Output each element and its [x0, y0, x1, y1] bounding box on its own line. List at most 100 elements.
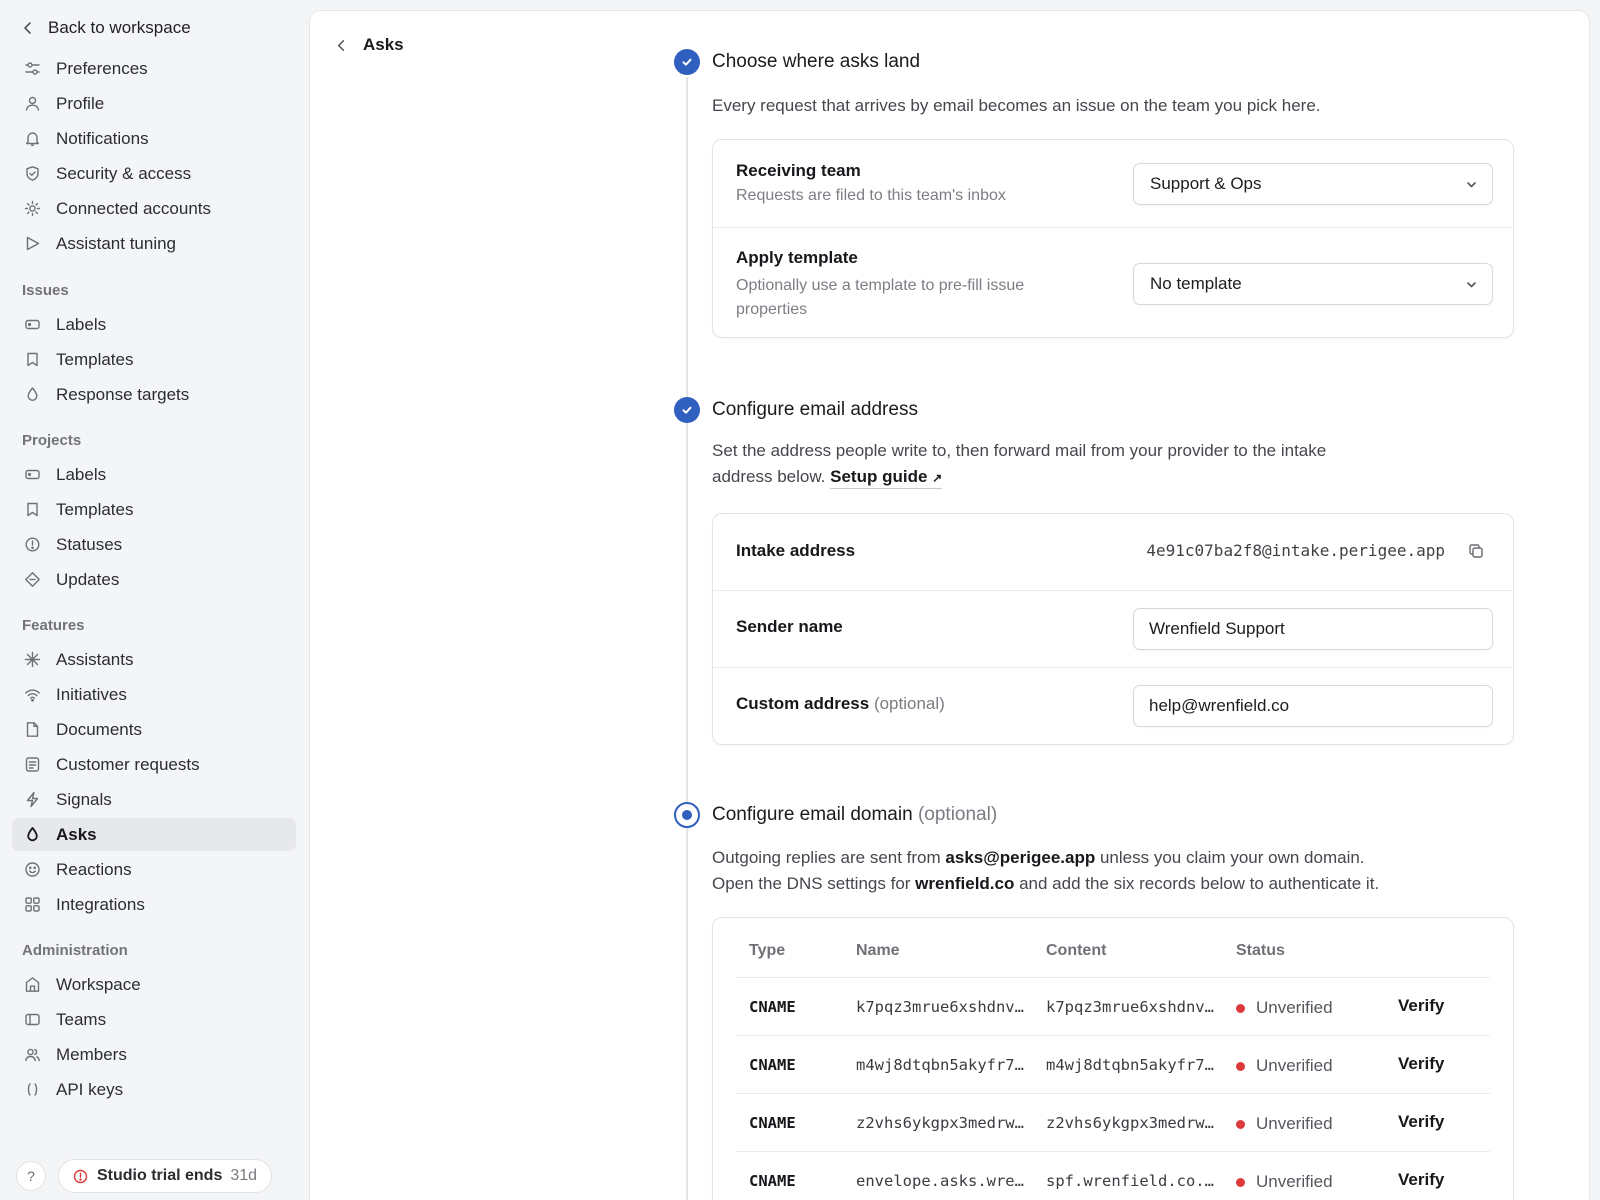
domain-title-text: Configure email domain: [712, 804, 913, 825]
column-header-name: Name: [856, 942, 900, 959]
sidebar-item-documents[interactable]: Documents: [12, 713, 296, 746]
section-title-administration: Administration: [22, 942, 128, 959]
sidebar-item-assistant-tuning[interactable]: Assistant tuning: [12, 227, 296, 260]
sidebar-item-profile[interactable]: Profile: [12, 87, 296, 120]
step-title-landing: Choose where asks land: [712, 51, 921, 72]
help-button[interactable]: ?: [16, 1161, 46, 1191]
setup-guide-link[interactable]: Setup guide ↗: [830, 467, 943, 489]
copy-icon[interactable]: [1467, 542, 1485, 560]
sidebar-item-members[interactable]: Members: [12, 1038, 296, 1071]
status-badge: Unverified: [1236, 1114, 1333, 1134]
sidebar-item-api-keys[interactable]: API keys: [12, 1073, 296, 1106]
bolt-icon: [24, 791, 41, 808]
sidebar-item-label: Asks: [56, 824, 97, 844]
sliders-icon: [24, 60, 41, 77]
user-icon: [24, 95, 41, 112]
default-sender-address: asks@perigee.app: [945, 848, 1096, 867]
step-description-landing: Every request that arrives by email beco…: [712, 96, 1321, 115]
sender-name-input[interactable]: [1133, 608, 1493, 650]
email-description-line2: address below.: [712, 467, 826, 486]
sidebar-item-project-labels[interactable]: Labels: [12, 458, 296, 491]
trial-status-button[interactable]: Studio trial ends 31d: [58, 1159, 273, 1193]
status-dot-icon: [1236, 1177, 1245, 1187]
sidebar-item-customer-requests[interactable]: Customer requests: [12, 748, 296, 781]
custom-address-row: Custom address (optional): [713, 667, 1513, 746]
status-label: Unverified: [1256, 1172, 1333, 1191]
sidebar-item-response-targets[interactable]: Response targets: [12, 378, 296, 411]
record-name: envelope.asks.wre…: [856, 1172, 1024, 1190]
sidebar-item-integrations[interactable]: Integrations: [12, 888, 296, 921]
status-dot-icon: [1236, 1003, 1245, 1013]
status-dot-icon: [1236, 1061, 1245, 1071]
status-label: Unverified: [1256, 998, 1333, 1017]
sidebar-item-notifications[interactable]: Notifications: [12, 122, 296, 155]
landing-card: Receiving team Requests are filed to thi…: [712, 139, 1514, 338]
teams-icon: [24, 1011, 41, 1028]
sidebar-item-statuses[interactable]: Statuses: [12, 528, 296, 561]
domain-text: unless you claim your own domain.: [1099, 848, 1365, 867]
sidebar-item-teams[interactable]: Teams: [12, 1003, 296, 1036]
sidebar-item-label: Members: [56, 1044, 127, 1064]
table-row: CNAME k7pqz3mrue6xshdnv… k7pqz3mrue6xshd…: [736, 977, 1490, 1035]
sidebar-item-project-templates[interactable]: Templates: [12, 493, 296, 526]
record-name: z2vhs6ykgpx3medrw…: [856, 1114, 1024, 1132]
bookmark-icon: [24, 501, 41, 518]
sidebar-item-label: Integrations: [56, 894, 145, 914]
sidebar-item-updates[interactable]: Updates: [12, 563, 296, 596]
page-title: Asks: [363, 35, 404, 54]
sidebar-item-label: Workspace: [56, 974, 141, 994]
sidebar-item-label: Documents: [56, 719, 142, 739]
status-badge: Unverified: [1236, 1056, 1333, 1076]
sidebar-item-connected-accounts[interactable]: Connected accounts: [12, 192, 296, 225]
record-type: CNAME: [749, 1056, 796, 1074]
step-title-domain: Configure email domain (optional): [712, 804, 997, 826]
sidebar-item-label: Preferences: [56, 58, 148, 78]
receiving-team-row: Receiving team Requests are filed to thi…: [713, 140, 1513, 227]
sidebar-item-issue-templates[interactable]: Templates: [12, 343, 296, 376]
record-name: k7pqz3mrue6xshdnv…: [856, 998, 1024, 1016]
sidebar-item-label: Statuses: [56, 534, 123, 554]
sidebar-item-label: Templates: [56, 499, 134, 519]
sidebar-item-security[interactable]: Security & access: [12, 157, 296, 190]
sidebar-item-signals[interactable]: Signals: [12, 783, 296, 816]
sidebar-item-label: Templates: [56, 349, 134, 369]
step-title-email: Configure email address: [712, 399, 918, 420]
verify-button[interactable]: Verify: [1398, 1112, 1444, 1132]
column-header-type: Type: [749, 942, 786, 959]
sidebar-item-reactions[interactable]: Reactions: [12, 853, 296, 886]
verify-button[interactable]: Verify: [1398, 1054, 1444, 1074]
chevron-left-icon[interactable]: [334, 38, 349, 53]
sidebar-item-assistants[interactable]: Assistants: [12, 643, 296, 676]
verify-button[interactable]: Verify: [1398, 996, 1444, 1016]
main-panel: Asks Choose where asks land Every reques…: [309, 10, 1590, 1200]
sidebar-item-issue-labels[interactable]: Labels: [12, 308, 296, 341]
sidebar-item-asks[interactable]: Asks: [12, 818, 296, 851]
alert-icon: [73, 1169, 88, 1184]
back-label: Back to workspace: [48, 18, 191, 37]
receiving-team-value: Support & Ops: [1150, 174, 1262, 193]
sidebar: Back to workspace Preferences Profile No…: [0, 0, 308, 1200]
back-to-workspace-link[interactable]: Back to workspace: [20, 14, 191, 42]
template-value: No template: [1150, 274, 1242, 293]
domain-text: Outgoing replies are sent from: [712, 848, 941, 867]
setup-guide-label: Setup guide: [830, 467, 928, 486]
receiving-team-hint: Requests are filed to this team's inbox: [736, 187, 1006, 204]
status-label: Unverified: [1256, 1114, 1333, 1133]
trial-label: Studio trial ends: [97, 1167, 223, 1184]
record-type: CNAME: [749, 1172, 796, 1190]
email-card: Intake address 4e91c07ba2f8@intake.perig…: [712, 513, 1514, 745]
template-select[interactable]: No template: [1133, 263, 1493, 305]
document-icon: [24, 721, 41, 738]
sidebar-item-initiatives[interactable]: Initiatives: [12, 678, 296, 711]
status-label: Unverified: [1256, 1056, 1333, 1075]
domain-text: and add the six records below to authent…: [1019, 874, 1380, 893]
section-title-projects: Projects: [22, 432, 82, 449]
verify-button[interactable]: Verify: [1398, 1170, 1444, 1190]
intake-address-row: Intake address 4e91c07ba2f8@intake.perig…: [713, 514, 1513, 590]
sidebar-item-label: Labels: [56, 314, 107, 334]
trial-days: 31d: [230, 1167, 258, 1184]
custom-address-input[interactable]: [1133, 685, 1493, 727]
sidebar-item-workspace[interactable]: Workspace: [12, 968, 296, 1001]
sidebar-item-preferences[interactable]: Preferences: [12, 52, 296, 85]
receiving-team-select[interactable]: Support & Ops: [1133, 163, 1493, 205]
